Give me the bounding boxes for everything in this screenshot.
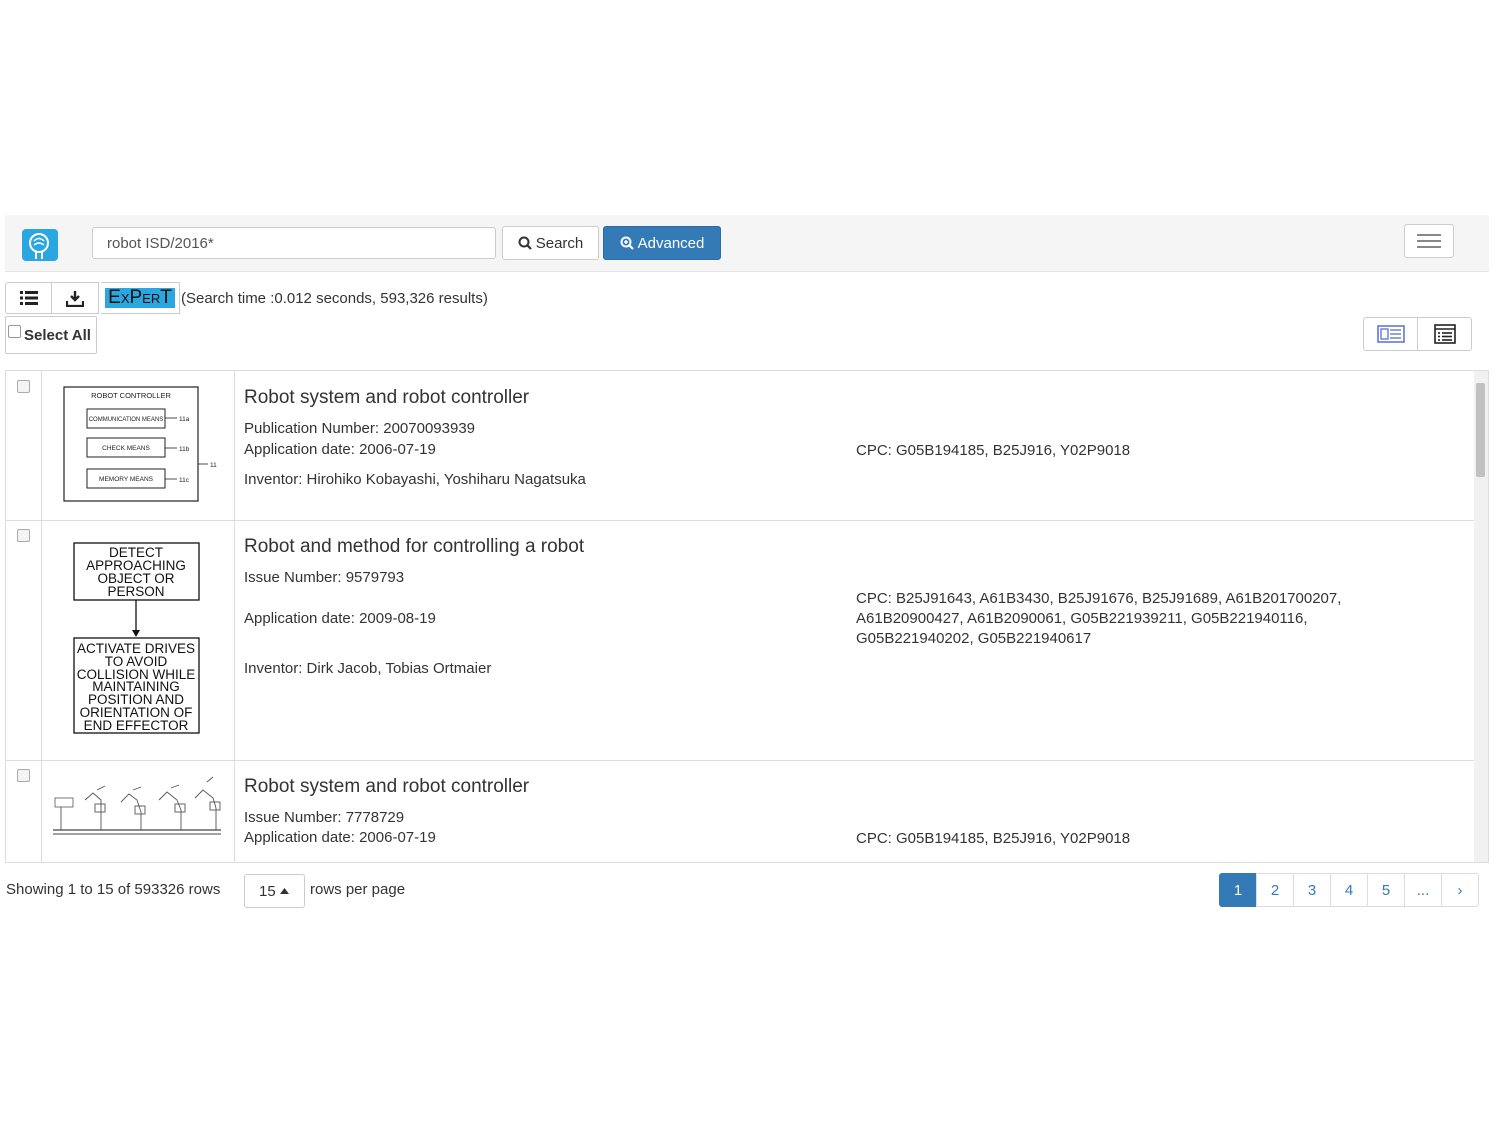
table-row[interactable]: DETECT APPROACHING OBJECT OR PERSON ACTI… (6, 520, 1476, 761)
figure-box-memory: MEMORY MEANS (99, 476, 154, 483)
rows-per-page-label: rows per page (310, 881, 406, 898)
result-title[interactable]: Robot system and robot controller (244, 776, 529, 798)
advanced-search-button[interactable]: Advanced (603, 226, 721, 260)
result-number: Issue Number: 9579793 (244, 569, 405, 586)
result-application-date: Application date: 2006-07-19 (244, 441, 436, 458)
select-all-button[interactable]: Select All (5, 316, 97, 354)
figure-ref-11c: 11c (179, 477, 190, 484)
result-number: Issue Number: 7778729 (244, 809, 405, 826)
caret-up-icon (279, 888, 289, 894)
list-icon (19, 291, 38, 305)
result-inventor: Inventor: Hirohiko Kobayashi, Yoshiharu … (244, 471, 586, 488)
hamburger-icon (1417, 234, 1441, 236)
figure-box1-line4: PERSON (107, 584, 164, 599)
menu-toggle-button[interactable] (1404, 224, 1454, 258)
download-icon (66, 290, 84, 307)
page-ellipsis[interactable]: ... (1404, 873, 1442, 907)
figure-box2-line7: END EFFECTOR (84, 718, 189, 733)
results-table: ROBOT CONTROLLER COMMUNICATION MEANS CHE… (5, 370, 1489, 863)
brain-logo-icon[interactable] (22, 229, 58, 261)
figure-heading: ROBOT CONTROLLER (91, 391, 171, 400)
search-icon (518, 236, 532, 250)
top-navbar: Search Advanced (5, 215, 1489, 272)
page-1-button[interactable]: 1 (1219, 873, 1257, 907)
results-scrollbar[interactable] (1474, 371, 1488, 862)
result-application-date: Application date: 2009-08-19 (244, 610, 436, 627)
search-button[interactable]: Search (502, 226, 599, 260)
select-all-checkbox[interactable] (8, 324, 21, 338)
patent-drawing-thumbnail[interactable] (41, 760, 235, 862)
result-application-date: Application date: 2006-07-19 (244, 829, 436, 846)
figure-box-check: CHECK MEANS (102, 445, 150, 452)
table-row[interactable]: ROBOT CONTROLLER COMMUNICATION MEANS CHE… (6, 371, 1476, 521)
table-view-icon (1433, 324, 1456, 344)
row-checkbox[interactable] (17, 380, 30, 393)
zoom-in-icon (620, 236, 634, 250)
card-view-icon (1376, 325, 1405, 343)
next-page-button[interactable]: › (1441, 873, 1479, 907)
result-title[interactable]: Robot system and robot controller (244, 387, 529, 409)
page-5-button[interactable]: 5 (1367, 873, 1405, 907)
result-cpc: CPC: B25J91643, A61B3430, B25J91676, B25… (856, 590, 1342, 647)
figure-ref-11a: 11a (179, 416, 190, 423)
select-all-label: Select All (24, 326, 91, 344)
patent-drawing-thumbnail[interactable]: DETECT APPROACHING OBJECT OR PERSON ACTI… (41, 520, 235, 760)
rows-per-page-value: 15 (259, 882, 276, 900)
page-3-button[interactable]: 3 (1293, 873, 1331, 907)
result-cpc: CPC: G05B194185, B25J916, Y02P9018 (856, 830, 1131, 847)
page-4-button[interactable]: 4 (1330, 873, 1368, 907)
search-info-text: (Search time :0.012 seconds, 593,326 res… (181, 290, 488, 307)
page-2-button[interactable]: 2 (1256, 873, 1294, 907)
expert-label: ExPerT (105, 288, 175, 308)
patent-drawing-thumbnail[interactable]: ROBOT CONTROLLER COMMUNICATION MEANS CHE… (41, 371, 235, 520)
result-number: Publication Number: 20070093939 (244, 420, 475, 437)
list-view-toggle-button[interactable] (5, 282, 52, 314)
figure-ref-11b: 11b (179, 446, 190, 453)
table-view-button[interactable] (1417, 317, 1472, 351)
pagination: 1 2 3 4 5 ... › (1219, 873, 1479, 907)
row-checkbox[interactable] (17, 529, 30, 542)
result-cpc: CPC: G05B194185, B25J916, Y02P9018 (856, 442, 1131, 459)
search-input[interactable] (92, 227, 496, 259)
scrollbar-thumb[interactable] (1476, 383, 1485, 477)
rows-per-page-select[interactable]: 15 (244, 874, 305, 908)
figure-ref-11: 11 (210, 462, 217, 469)
expert-button[interactable]: ExPerT (101, 282, 180, 314)
figure-box-communication: COMMUNICATION MEANS (89, 417, 164, 423)
row-checkbox[interactable] (17, 769, 30, 782)
result-title[interactable]: Robot and method for controlling a robot (244, 536, 584, 558)
card-view-button[interactable] (1363, 317, 1418, 351)
download-button[interactable] (52, 282, 99, 314)
advanced-button-label: Advanced (637, 234, 705, 252)
search-button-label: Search (535, 234, 584, 252)
table-row[interactable]: Robot system and robot controller Issue … (6, 760, 1476, 862)
result-inventor: Inventor: Dirk Jacob, Tobias Ortmaier (244, 660, 492, 677)
showing-rows-text: Showing 1 to 15 of 593326 rows (6, 881, 221, 898)
